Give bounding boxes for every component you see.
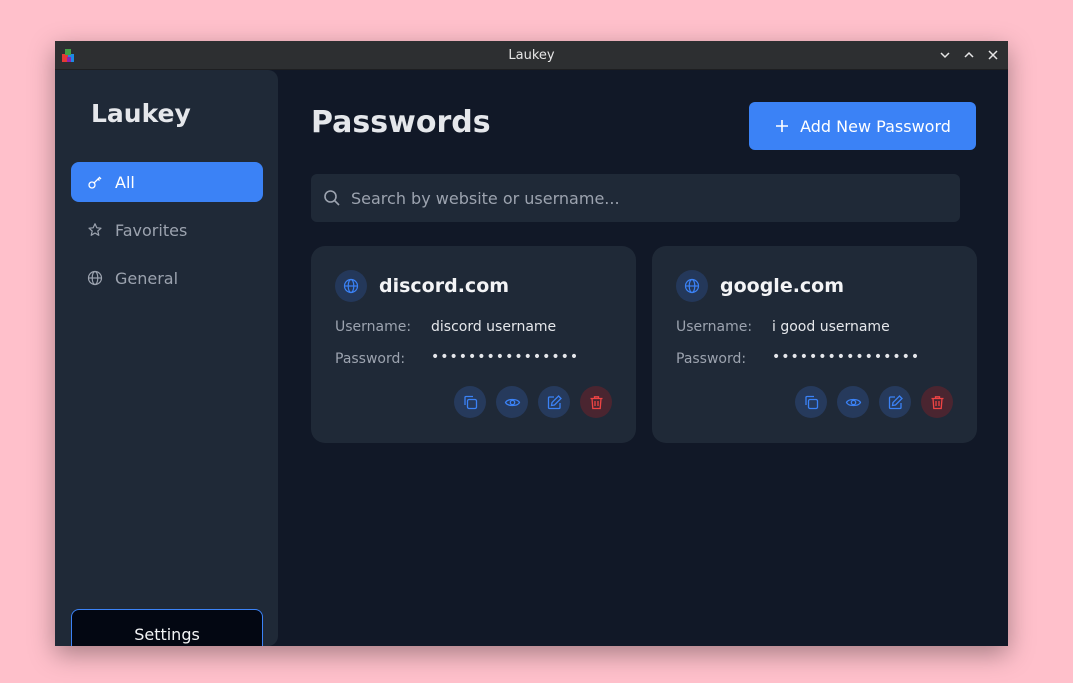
sidebar-item-label: Favorites <box>115 220 188 240</box>
key-icon <box>88 176 102 189</box>
chevron-down-icon <box>940 52 950 59</box>
trash-icon <box>590 395 602 409</box>
title-bar[interactable]: Laukey <box>55 41 1008 70</box>
brand-title: Laukey <box>91 99 191 128</box>
copy-button[interactable] <box>454 386 486 418</box>
eye-icon <box>845 398 861 406</box>
password-label: Password: <box>676 351 747 367</box>
add-password-label: Add New Password <box>800 116 951 136</box>
password-value: •••••••••••••••• <box>772 349 921 365</box>
globe-icon <box>343 278 359 294</box>
delete-button[interactable] <box>921 386 953 418</box>
password-value: •••••••••••••••• <box>431 349 580 365</box>
globe-icon <box>87 270 103 286</box>
add-password-button[interactable]: Add New Password <box>749 102 976 150</box>
username-label: Username: <box>335 319 412 335</box>
sidebar-item-label: All <box>115 172 135 192</box>
page-title: Passwords <box>311 105 491 140</box>
trash-icon <box>931 395 943 409</box>
sidebar-item-all[interactable]: All <box>71 162 263 202</box>
edit-button[interactable] <box>538 386 570 418</box>
copy-button[interactable] <box>795 386 827 418</box>
copy-icon <box>804 395 818 409</box>
username-label: Username: <box>676 319 753 335</box>
chevron-up-icon <box>964 51 974 58</box>
search-bar[interactable] <box>311 174 960 222</box>
password-card-google: google.com Username: i good username Pas… <box>652 246 977 443</box>
username-value: i good username <box>772 319 890 335</box>
card-site-name: google.com <box>720 275 845 297</box>
card-site-name: discord.com <box>379 275 510 297</box>
show-password-button[interactable] <box>837 386 869 418</box>
card-actions <box>795 386 953 418</box>
edit-icon <box>888 394 903 409</box>
username-value: discord username <box>431 319 557 335</box>
app-window: Laukey Laukey All Favorites General Sett… <box>55 41 1008 646</box>
close-icon <box>988 50 998 60</box>
card-actions <box>454 386 612 418</box>
delete-button[interactable] <box>580 386 612 418</box>
plus-icon <box>776 120 789 132</box>
window-title: Laukey <box>508 48 555 63</box>
show-password-button[interactable] <box>496 386 528 418</box>
sidebar-item-general[interactable]: General <box>71 258 263 298</box>
minimize-button[interactable] <box>936 46 954 64</box>
search-input[interactable] <box>351 188 941 208</box>
sidebar: Laukey All Favorites General Settings <box>55 70 278 646</box>
password-card-discord: discord.com Username: discord username P… <box>311 246 636 443</box>
star-icon <box>88 223 102 236</box>
sidebar-item-favorites[interactable]: Favorites <box>71 210 263 250</box>
sidebar-item-label: General <box>115 268 179 288</box>
edit-button[interactable] <box>879 386 911 418</box>
maximize-button[interactable] <box>960 46 978 64</box>
copy-icon <box>463 395 477 409</box>
password-label: Password: <box>335 351 406 367</box>
eye-icon <box>504 398 520 406</box>
settings-button[interactable]: Settings <box>71 609 263 646</box>
edit-icon <box>547 394 562 409</box>
site-icon <box>676 270 708 302</box>
site-icon <box>335 270 367 302</box>
search-icon <box>324 190 340 206</box>
close-button[interactable] <box>984 46 1002 64</box>
globe-icon <box>684 278 700 294</box>
